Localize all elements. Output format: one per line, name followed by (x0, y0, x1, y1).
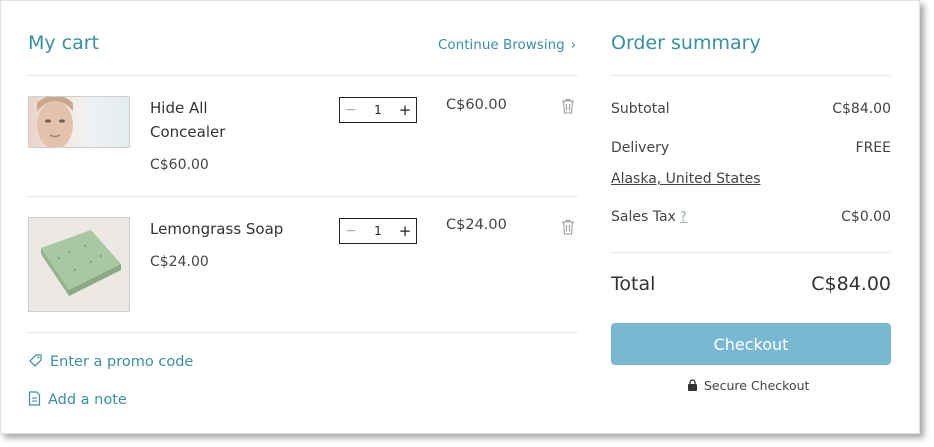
divider (28, 75, 578, 76)
item-name-line2: Concealer (150, 123, 226, 141)
quantity-stepper[interactable]: − 1 + (339, 97, 417, 123)
delivery-location-link[interactable]: Alaska, United States (611, 171, 760, 187)
cart-title: My cart (28, 32, 100, 54)
quantity-value[interactable]: 1 (367, 224, 389, 238)
product-image-soap[interactable] (28, 217, 130, 312)
quantity-value[interactable]: 1 (367, 103, 389, 117)
soap-photo-icon (41, 230, 121, 296)
continue-browsing-link[interactable]: Continue Browsing › (438, 37, 576, 53)
total-label: Total (611, 273, 656, 295)
cart-page: My cart Continue Browsing › Hide All Conc… (0, 0, 920, 434)
item-line-total: C$24.00 (446, 217, 507, 233)
note-icon (28, 391, 41, 406)
subtotal-label: Subtotal (611, 101, 670, 117)
subtotal-value: C$84.00 (832, 101, 891, 117)
trash-icon[interactable] (561, 219, 575, 235)
promo-code-link[interactable]: Enter a promo code (28, 353, 193, 370)
delivery-value: FREE (855, 140, 891, 156)
sales-tax-value: C$0.00 (841, 209, 891, 225)
increase-quantity-button[interactable]: + (394, 101, 416, 119)
item-line-total: C$60.00 (446, 97, 507, 113)
delivery-label: Delivery (611, 140, 670, 156)
tax-help-link[interactable]: ? (680, 210, 687, 225)
secure-checkout-note: Secure Checkout (687, 378, 809, 393)
total-value: C$84.00 (811, 273, 891, 295)
item-unit-price: C$24.00 (150, 254, 209, 270)
chevron-right-icon: › (570, 38, 576, 53)
divider (28, 332, 578, 333)
checkout-button[interactable]: Checkout (611, 323, 891, 365)
add-note-label: Add a note (48, 392, 127, 408)
divider (611, 252, 891, 253)
trash-icon[interactable] (561, 98, 575, 114)
item-name[interactable]: Lemongrass Soap (150, 217, 283, 241)
quantity-stepper[interactable]: − 1 + (339, 218, 417, 244)
divider (28, 196, 578, 197)
continue-browsing-label: Continue Browsing (438, 37, 565, 53)
item-unit-price: C$60.00 (150, 157, 209, 173)
sales-tax-label: Sales Tax (611, 209, 676, 225)
decrease-quantity-button[interactable]: − (340, 102, 362, 118)
promo-code-label: Enter a promo code (50, 354, 194, 370)
sales-tax-row: Sales Tax? (611, 209, 687, 225)
item-name-line1: Hide All (150, 99, 208, 117)
lock-icon (688, 379, 697, 391)
tag-icon (29, 354, 42, 367)
decrease-quantity-button[interactable]: − (340, 223, 362, 239)
product-image-concealer[interactable] (28, 96, 130, 148)
face-photo-icon (37, 97, 73, 147)
item-name[interactable]: Hide All Concealer (150, 96, 225, 144)
order-summary-title: Order summary (611, 32, 761, 54)
divider (611, 75, 891, 76)
increase-quantity-button[interactable]: + (394, 222, 416, 240)
secure-checkout-label: Secure Checkout (704, 378, 810, 393)
add-note-link[interactable]: Add a note (28, 391, 127, 408)
